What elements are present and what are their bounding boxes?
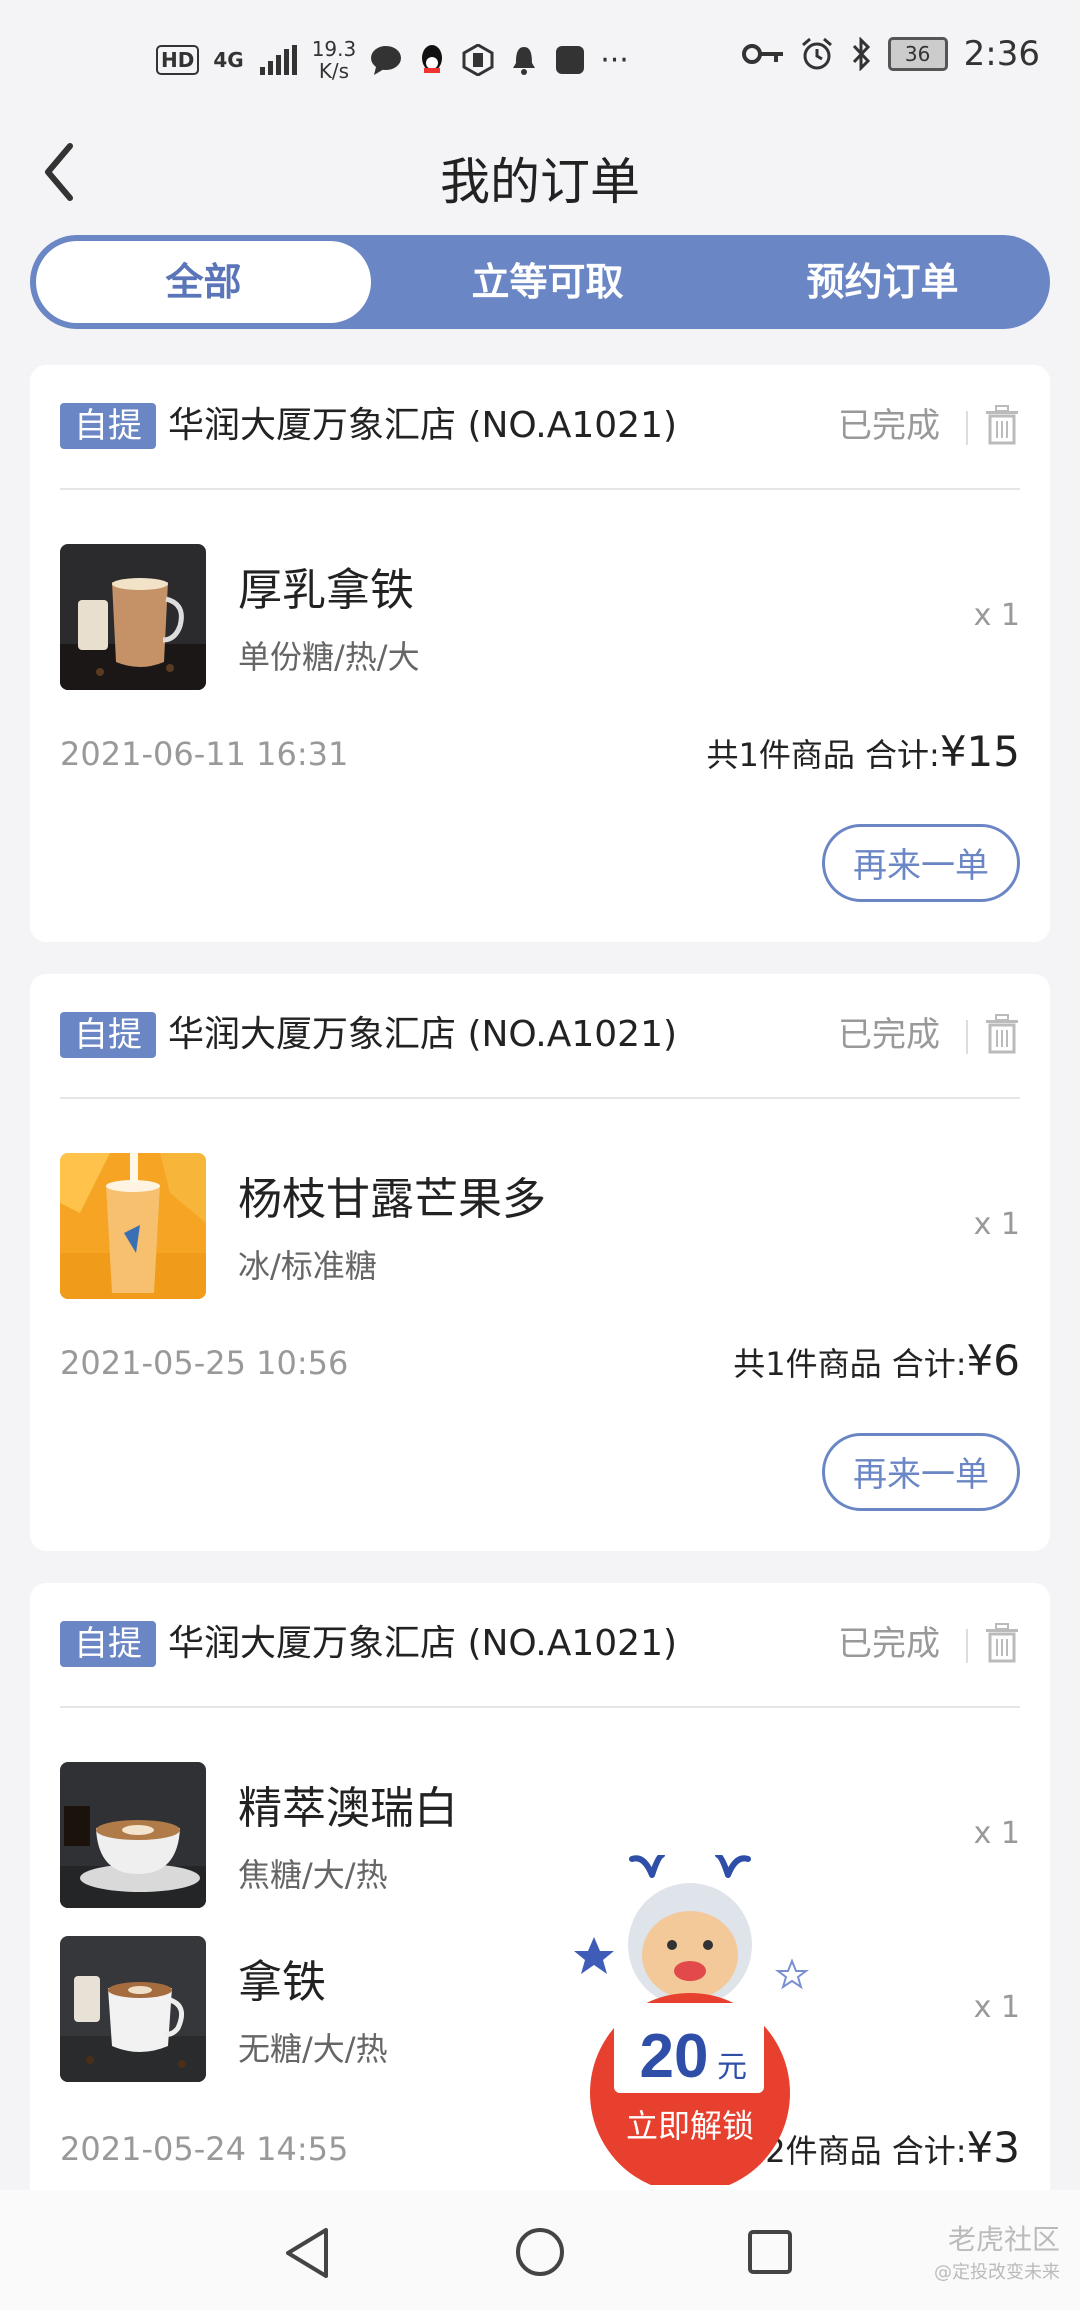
system-navigation-bar (0, 2190, 1080, 2310)
pickup-tag: 自提 (60, 1012, 156, 1058)
product-name: 厚乳拿铁 (238, 565, 414, 616)
order-summary: 共1件商品 合计:¥6 (733, 1336, 1020, 1385)
product-image (60, 1153, 206, 1299)
chat-icon (370, 44, 402, 76)
network-speed: 19.3 K/s (311, 37, 357, 83)
trash-icon[interactable] (984, 1623, 1020, 1663)
tab-all[interactable]: 全部 (36, 241, 371, 323)
key-icon (741, 44, 783, 64)
order-date: 2021-06-11 16:31 (60, 735, 349, 773)
more-notifications-icon: ··· (600, 42, 629, 78)
order-total: ¥6 (966, 1336, 1020, 1385)
nav-home-icon[interactable] (514, 2226, 566, 2278)
product-name: 杨枝甘露芒果多 (238, 1174, 546, 1225)
hand-icon (462, 44, 494, 76)
product-name: 拿铁 (238, 1957, 326, 2008)
navigation-bar: 我的订单 (0, 120, 1080, 220)
battery-indicator: 36 (887, 37, 948, 71)
divider (60, 1706, 1020, 1708)
page-title: 我的订单 (440, 153, 640, 211)
order-type-tabs: 全部 立等可取 预约订单 (30, 235, 1050, 329)
order-status: 已完成 (838, 1624, 940, 1664)
network-type: 4G (213, 48, 244, 72)
order-card-header: 自提 华润大厦万象汇店 (NO.A1021) 已完成 (60, 1012, 1020, 1066)
product-image (60, 1762, 206, 1908)
product-quantity: x 1 (973, 1207, 1020, 1242)
divider (966, 1020, 968, 1054)
tab-ready-pickup[interactable]: 立等可取 (380, 235, 715, 329)
divider (60, 1097, 1020, 1099)
alarm-icon (801, 37, 832, 70)
nav-back-icon[interactable] (282, 2226, 332, 2280)
divider (966, 411, 968, 445)
product-quantity: x 1 (973, 598, 1020, 633)
order-date: 2021-05-24 14:55 (60, 2130, 349, 2168)
divider (966, 1629, 968, 1663)
store-name: 华润大厦万象汇店 (NO.A1021) (168, 1014, 678, 1055)
product-options: 无糖/大/热 (238, 2030, 388, 2068)
order-card: 自提 华润大厦万象汇店 (NO.A1021) 已完成 厚乳拿铁 单份糖/热/大 … (30, 365, 1050, 942)
floating-promo-badge[interactable]: 20 元 立即解锁 (570, 1852, 810, 2193)
reorder-button[interactable]: 再来一单 (822, 824, 1020, 902)
order-card-header: 自提 华润大厦万象汇店 (NO.A1021) 已完成 (60, 1621, 1020, 1675)
store-name: 华润大厦万象汇店 (NO.A1021) (168, 1623, 678, 1664)
tab-reservation-orders[interactable]: 预约订单 (715, 235, 1050, 329)
order-item[interactable]: 杨枝甘露芒果多 冰/标准糖 x 1 (60, 1153, 1020, 1299)
pickup-tag: 自提 (60, 1621, 156, 1667)
order-item[interactable]: 拿铁 无糖/大/热 x 1 (60, 1936, 1020, 2082)
hd-indicator: HD (156, 45, 200, 75)
order-status: 已完成 (838, 406, 940, 446)
bell-icon (508, 44, 540, 76)
bluetooth-icon (852, 37, 870, 71)
store-name: 华润大厦万象汇店 (NO.A1021) (168, 405, 678, 446)
order-item[interactable]: 精萃澳瑞白 焦糖/大/热 x 1 (60, 1762, 1020, 1908)
watermark: 老虎社区 @定投改变未来 (934, 2223, 1060, 2283)
product-options: 冰/标准糖 (238, 1247, 377, 1285)
reorder-button[interactable]: 再来一单 (822, 1433, 1020, 1511)
order-card: 自提 华润大厦万象汇店 (NO.A1021) 已完成 杨枝甘露芒果多 冰/标准糖… (30, 974, 1050, 1551)
divider (60, 488, 1020, 490)
product-image (60, 544, 206, 690)
promo-amount: 20 (640, 2022, 709, 2091)
product-options: 单份糖/热/大 (238, 638, 420, 676)
promo-unit: 元 (717, 2050, 747, 2085)
status-bar: HD 4G 19.3 K/s ··· 36 2:36 (0, 0, 1080, 120)
order-date: 2021-05-25 10:56 (60, 1344, 349, 1382)
order-item[interactable]: 厚乳拿铁 单份糖/热/大 x 1 (60, 544, 1020, 690)
order-total: ¥3 (966, 2123, 1020, 2172)
nav-recents-icon[interactable] (746, 2228, 794, 2276)
product-quantity: x 1 (973, 1816, 1020, 1851)
huawei-app-icon (554, 44, 586, 76)
product-image (60, 1936, 206, 2082)
signal-icon (259, 45, 297, 75)
product-options: 焦糖/大/热 (238, 1856, 388, 1894)
product-quantity: x 1 (973, 1990, 1020, 2025)
order-total: ¥15 (939, 727, 1020, 776)
order-card: 自提 华润大厦万象汇店 (NO.A1021) 已完成 精萃澳瑞白 焦糖/大/热 … (30, 1583, 1050, 2223)
order-card-header: 自提 华润大厦万象汇店 (NO.A1021) 已完成 (60, 403, 1020, 457)
product-name: 精萃澳瑞白 (238, 1783, 458, 1834)
order-status: 已完成 (838, 1015, 940, 1055)
trash-icon[interactable] (984, 1014, 1020, 1054)
order-summary: 共1件商品 合计:¥15 (706, 727, 1021, 776)
clock-time: 2:36 (963, 34, 1040, 74)
pickup-tag: 自提 (60, 403, 156, 449)
qq-icon (416, 44, 448, 76)
trash-icon[interactable] (984, 405, 1020, 445)
promo-unlock-label: 立即解锁 (626, 2107, 754, 2145)
